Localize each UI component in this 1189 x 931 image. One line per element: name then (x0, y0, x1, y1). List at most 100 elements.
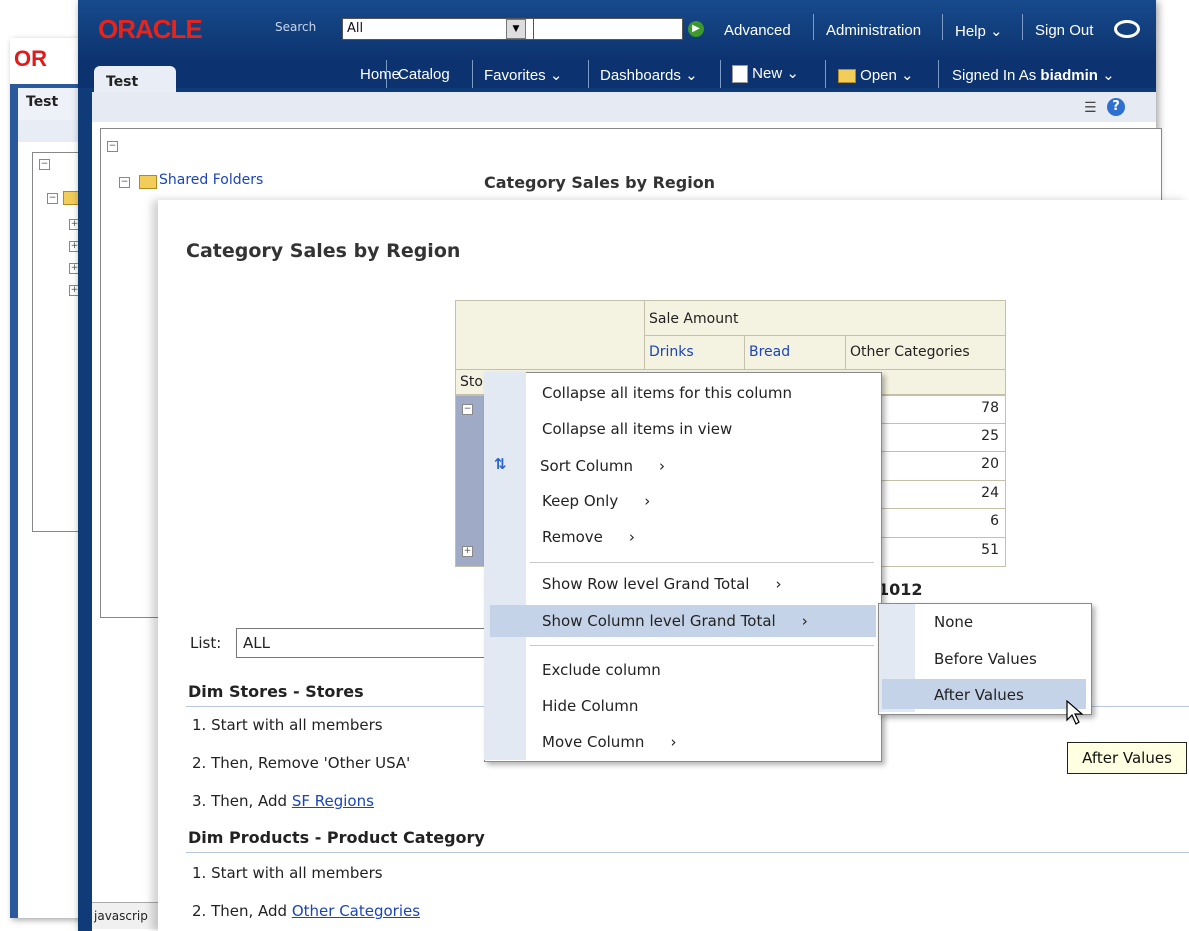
collapse-icon[interactable]: − (107, 141, 118, 152)
menu-item-hide-column[interactable]: Hide Column (542, 697, 638, 715)
report-title: Category Sales by Region (186, 240, 461, 262)
menu-item-keep-only[interactable]: Keep Only › (542, 492, 650, 510)
dropdown-arrow-icon[interactable]: ▼ (506, 19, 526, 39)
submenu-item-none[interactable]: None (934, 613, 973, 631)
help-menu[interactable]: Help ⌄ (955, 22, 1003, 40)
other-categories-link[interactable]: Other Categories (292, 902, 420, 920)
divider (938, 60, 939, 88)
chevron-right-icon: › (644, 492, 651, 510)
oracle-logo: OR (14, 46, 47, 71)
chevron-right-icon: › (801, 612, 808, 630)
divider (825, 60, 826, 88)
menu-item-row-grand-total[interactable]: Show Row level Grand Total › (542, 575, 781, 593)
collapse-icon[interactable]: − (47, 193, 58, 204)
section-divider (186, 852, 1189, 853)
sort-icon: ⇅ (494, 455, 507, 473)
oracle-ring-icon (1114, 20, 1140, 38)
step-text: 3. Then, Add (192, 792, 292, 810)
catalog-link[interactable]: Catalog (398, 66, 450, 83)
signed-in-menu[interactable]: Signed In As biadmin ⌄ (952, 66, 1115, 84)
menu-item-collapse-view[interactable]: Collapse all items in view (542, 420, 732, 438)
menu-item-exclude-column[interactable]: Exclude column (542, 661, 661, 679)
chevron-down-icon: ⌄ (990, 23, 1003, 40)
collapse-icon[interactable]: − (39, 159, 50, 170)
menu-item-sort-column[interactable]: Sort Column › (540, 457, 665, 475)
divider (720, 60, 721, 88)
step-item: 1. Start with all members (192, 716, 383, 734)
search-label: Search (275, 20, 317, 34)
folder-icon (63, 191, 79, 205)
new-menu[interactable]: New ⌄ (732, 64, 799, 84)
sign-out-link[interactable]: Sign Out (1035, 22, 1093, 39)
column-header-drinks[interactable]: Drinks (644, 335, 745, 370)
username: biadmin (1040, 67, 1098, 84)
collapse-icon[interactable]: − (119, 177, 130, 188)
chevron-right-icon: › (628, 528, 635, 546)
divider (386, 60, 387, 88)
chevron-right-icon: › (670, 733, 677, 751)
menu-separator (530, 562, 874, 563)
divider (813, 14, 814, 40)
measure-header: Sale Amount (644, 300, 1006, 336)
shared-folders-link[interactable]: Shared Folders (159, 172, 263, 188)
collapse-icon[interactable]: − (462, 404, 473, 415)
chevron-down-icon: ⌄ (549, 67, 563, 84)
divider (588, 60, 589, 88)
folder-icon (838, 69, 856, 84)
list-label: List: (190, 634, 222, 652)
help-label: Help (955, 23, 986, 40)
menu-item-collapse-column[interactable]: Collapse all items for this column (542, 384, 792, 402)
chevron-down-icon: ⌄ (901, 67, 914, 84)
chevron-down-icon: ⌄ (1102, 67, 1115, 84)
column-header-other-categories[interactable]: Other Categories (845, 335, 1006, 370)
dashboards-label: Dashboards (600, 67, 681, 84)
chevron-down-icon: ⌄ (685, 67, 698, 84)
column-grand-total-label: Show Column level Grand Total (542, 612, 776, 630)
chevron-right-icon: › (658, 457, 665, 475)
report-title-behind: Category Sales by Region (484, 173, 716, 192)
row-member-column (455, 395, 485, 567)
step-item: 1. Start with all members (192, 864, 383, 882)
keep-only-label: Keep Only (542, 492, 619, 510)
section-title: Dim Stores - Stores (188, 682, 364, 701)
column-header-bread[interactable]: Bread (744, 335, 846, 370)
tooltip: After Values (1067, 742, 1187, 774)
submenu-item-before-values[interactable]: Before Values (934, 650, 1037, 668)
sort-column-label: Sort Column (540, 457, 633, 475)
step-item: 3. Then, Add SF Regions (192, 792, 374, 810)
open-menu[interactable]: Open ⌄ (838, 66, 914, 84)
home-link[interactable]: Home (360, 66, 400, 83)
advanced-link[interactable]: Advanced (724, 22, 791, 39)
search-go-icon[interactable]: ▶ (688, 21, 704, 37)
favorites-label: Favorites (484, 67, 546, 84)
context-menu-gutter (484, 372, 526, 760)
signed-in-label: Signed In As (952, 67, 1037, 84)
favorites-menu[interactable]: Favorites ⌄ (484, 66, 562, 84)
folder-icon (139, 175, 157, 189)
submenu-item-after-values[interactable]: After Values (934, 686, 1024, 704)
menu-separator (530, 645, 874, 646)
page-options-icon[interactable]: ☰ (1084, 100, 1097, 116)
section-title: Dim Products - Product Category (188, 828, 485, 847)
expand-icon[interactable]: + (462, 546, 473, 557)
step-item: 2. Then, Remove 'Other USA' (192, 754, 411, 772)
list-select[interactable]: ALL (236, 628, 493, 658)
menu-item-column-grand-total[interactable]: Show Column level Grand Total › (542, 612, 808, 630)
move-column-label: Move Column (542, 733, 645, 751)
chevron-down-icon: ⌄ (786, 65, 799, 82)
search-input[interactable] (533, 18, 683, 40)
sf-regions-link[interactable]: SF Regions (292, 792, 374, 810)
divider (1022, 14, 1023, 40)
new-label: New (752, 65, 783, 82)
row-grand-total-label: Show Row level Grand Total (542, 575, 750, 593)
pivot-corner-cell (455, 300, 645, 370)
help-icon[interactable]: ? (1107, 98, 1125, 116)
menu-item-remove[interactable]: Remove › (542, 528, 635, 546)
menu-item-move-column[interactable]: Move Column › (542, 733, 676, 751)
remove-label: Remove (542, 528, 603, 546)
administration-link[interactable]: Administration (826, 22, 921, 39)
dashboards-menu[interactable]: Dashboards ⌄ (600, 66, 698, 84)
step-item: 2. Then, Add Other Categories (192, 902, 420, 920)
oracle-logo: ORACLE (98, 14, 203, 44)
divider (942, 14, 943, 40)
